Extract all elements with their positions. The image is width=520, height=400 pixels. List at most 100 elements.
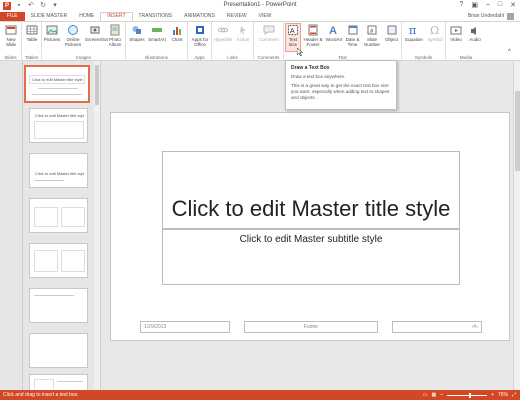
hyperlink-icon xyxy=(218,27,228,33)
pictures-button[interactable]: Pictures xyxy=(43,24,61,42)
svg-text:A: A xyxy=(329,25,337,36)
layout-thumbnail[interactable] xyxy=(29,243,88,278)
new-slide-icon xyxy=(5,25,17,35)
scrollbar-thumb[interactable] xyxy=(95,65,99,105)
group-tables: Table Tables xyxy=(22,22,42,61)
calendar-icon xyxy=(348,25,357,35)
photo-album-icon xyxy=(110,24,120,36)
zoom-slider[interactable] xyxy=(447,392,488,398)
scrollbar-thumb[interactable] xyxy=(515,91,520,171)
help-icon[interactable]: ? xyxy=(459,1,463,9)
omega-icon: Ω xyxy=(430,24,439,36)
video-icon xyxy=(450,26,462,35)
user-account[interactable]: Brian Underdahl xyxy=(468,12,514,21)
group-illustrations: Shapes SmartArt Chart Illustrations xyxy=(126,22,188,61)
group-comments: Comment Comments xyxy=(254,22,284,61)
apps-for-office-button[interactable]: Apps for Office xyxy=(189,24,211,47)
comment-button[interactable]: Comment xyxy=(257,24,281,42)
ribbon-display-icon[interactable]: ▣ xyxy=(471,1,478,9)
wordart-button[interactable]: A WordArt xyxy=(325,24,343,42)
indent-guide xyxy=(22,61,23,390)
title-placeholder[interactable]: Click to edit Master title style xyxy=(162,151,460,229)
shapes-icon xyxy=(132,26,141,34)
group-slides: New Slide Slides xyxy=(0,22,22,61)
layout-thumbnail[interactable]: Click to edit Master title style xyxy=(29,153,88,188)
header-footer-button[interactable]: Header & Footer xyxy=(302,24,324,47)
header-footer-icon xyxy=(308,24,318,36)
window-title: Presentation1 - PowerPoint xyxy=(223,2,297,8)
avatar xyxy=(507,13,514,20)
thumbnail-scrollbar[interactable] xyxy=(94,61,100,390)
group-apps: Apps for Office Apps xyxy=(188,22,212,61)
minimize-icon[interactable]: – xyxy=(486,1,490,9)
layout-thumbnail[interactable]: Click to edit Master title style xyxy=(29,108,88,143)
pi-icon: π xyxy=(409,24,416,36)
wordart-icon: A xyxy=(329,25,337,36)
collapse-ribbon-icon[interactable]: ^ xyxy=(508,49,511,55)
zoom-out-icon[interactable]: – xyxy=(440,390,443,400)
zoom-in-icon[interactable]: + xyxy=(491,390,494,400)
shapes-button[interactable]: Shapes xyxy=(128,24,146,42)
zoom-level[interactable]: 76% xyxy=(498,390,508,400)
slide-thumbnail-pane[interactable]: Click to edit Master title style Click t… xyxy=(0,61,101,390)
photo-album-button[interactable]: Photo Album xyxy=(105,24,125,47)
screenshot-button[interactable]: Screenshot xyxy=(85,24,108,42)
speaker-icon xyxy=(471,27,476,35)
video-button[interactable]: Video xyxy=(447,24,465,42)
tab-home[interactable]: HOME xyxy=(73,12,100,21)
subtitle-placeholder[interactable]: Click to edit Master subtitle style xyxy=(162,229,460,285)
slide-number-placeholder[interactable]: ‹#› xyxy=(392,321,482,333)
normal-view-icon[interactable]: ▭ xyxy=(423,390,428,400)
maximize-icon[interactable]: □ xyxy=(498,1,502,9)
audio-button[interactable]: Audio xyxy=(466,24,484,42)
group-symbols: π Equation Ω Symbol Symbols xyxy=(402,22,446,61)
hyperlink-button[interactable]: Hyperlink xyxy=(213,24,233,42)
equation-button[interactable]: π Equation xyxy=(403,24,425,42)
tab-transitions[interactable]: TRANSITIONS xyxy=(133,12,179,21)
group-media: Video Audio Media xyxy=(446,22,486,61)
slide-canvas[interactable]: Click to edit Master title style Click t… xyxy=(110,112,510,341)
tooltip-heading: Draw a Text Box xyxy=(291,65,330,71)
fit-slide-icon[interactable]: ⤢ xyxy=(512,390,516,400)
slide-number-button[interactable]: # Slide Number xyxy=(362,24,382,47)
close-icon[interactable]: ✕ xyxy=(510,1,516,9)
pictures-icon xyxy=(46,25,58,35)
date-placeholder[interactable]: 1/29/2013 xyxy=(140,321,230,333)
tab-insert[interactable]: INSERT xyxy=(100,12,133,21)
symbol-button[interactable]: Ω Symbol xyxy=(426,24,444,42)
comment-icon xyxy=(263,25,275,35)
online-pictures-button[interactable]: Online Pictures xyxy=(62,24,84,47)
slide-sorter-icon[interactable]: ▦ xyxy=(432,390,437,400)
layout-thumbnail[interactable] xyxy=(29,374,88,390)
date-time-button[interactable]: Date & Time xyxy=(344,24,361,47)
table-button[interactable]: Table xyxy=(23,24,41,42)
new-slide-button[interactable]: New Slide xyxy=(1,24,21,47)
tab-animations[interactable]: ANIMATIONS xyxy=(178,12,221,21)
ribbon-tabs: FILE SLIDE MASTER HOME INSERT TRANSITION… xyxy=(0,12,520,21)
screenshot-icon xyxy=(90,26,99,34)
tab-file[interactable]: FILE xyxy=(0,12,25,21)
tab-view[interactable]: VIEW xyxy=(253,12,278,21)
layout-thumbnail[interactable] xyxy=(29,333,88,368)
tooltip-line2: This is a great way to get the exact tex… xyxy=(291,83,390,100)
user-name: Brian Underdahl xyxy=(467,13,504,19)
layout-thumbnail[interactable] xyxy=(29,288,88,323)
svg-text:A: A xyxy=(290,28,295,35)
mouse-cursor-icon xyxy=(297,48,303,57)
ribbon: New Slide Slides Table Tables Pictures O… xyxy=(0,21,520,61)
tab-slide-master[interactable]: SLIDE MASTER xyxy=(25,12,74,21)
chart-button[interactable]: Chart xyxy=(168,24,186,42)
svg-text:π: π xyxy=(409,24,416,36)
footer-placeholder[interactable]: Footer xyxy=(244,321,378,333)
master-slide-thumbnail[interactable]: Click to edit Master title style xyxy=(24,65,90,103)
tab-review[interactable]: REVIEW xyxy=(221,12,253,21)
online-pictures-icon xyxy=(68,25,78,35)
editor-scrollbar[interactable] xyxy=(513,61,520,390)
apps-icon xyxy=(196,26,204,34)
text-box-icon: A xyxy=(288,25,298,35)
layout-thumbnail[interactable] xyxy=(29,198,88,233)
smartart-button[interactable]: SmartArt xyxy=(147,24,167,42)
object-icon xyxy=(387,25,396,35)
object-button[interactable]: Object xyxy=(383,24,400,42)
action-button[interactable]: Action xyxy=(234,24,252,42)
